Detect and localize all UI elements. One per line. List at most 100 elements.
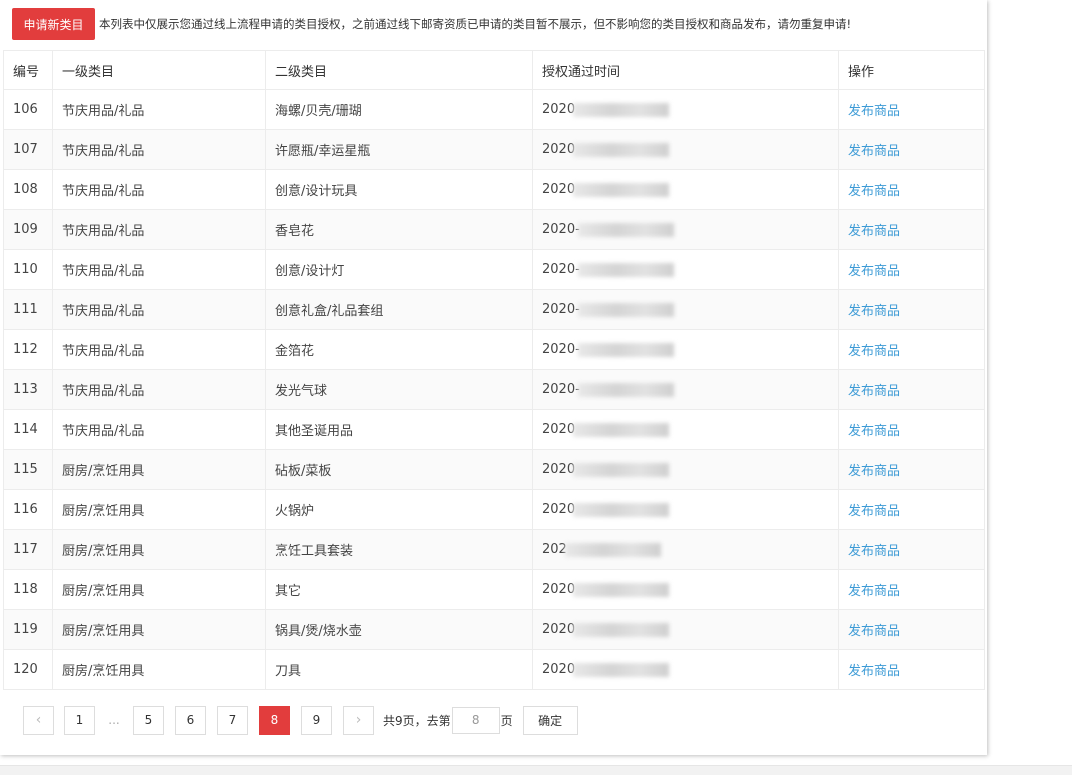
cell-auth-time: 2020 bbox=[532, 409, 839, 450]
table-row: 117 厨房/烹饪用具 烹饪工具套装 202 发布商品 bbox=[3, 529, 985, 570]
col-header-category-2: 二级类目 bbox=[265, 50, 533, 90]
cell-id: 114 bbox=[3, 409, 53, 450]
cell-auth-time: 2020 bbox=[532, 649, 839, 690]
page-button-1[interactable]: 1 bbox=[64, 705, 95, 735]
table-row: 112 节庆用品/礼品 金箔花 2020- 发布商品 bbox=[3, 329, 985, 370]
publish-product-link[interactable]: 发布商品 bbox=[838, 609, 985, 650]
cell-auth-time: 2020- bbox=[532, 329, 839, 370]
cell-category-2: 海螺/贝壳/珊瑚 bbox=[265, 89, 533, 130]
chevron-left-icon: ‹ bbox=[35, 712, 42, 728]
cell-id: 106 bbox=[3, 89, 53, 130]
publish-product-link[interactable]: 发布商品 bbox=[838, 369, 985, 410]
publish-product-link[interactable]: 发布商品 bbox=[838, 529, 985, 570]
cell-auth-time: 2020 bbox=[532, 569, 839, 610]
auth-time-text: 2020- bbox=[542, 342, 580, 357]
cell-id: 115 bbox=[3, 449, 53, 490]
cell-auth-time: 2020 bbox=[532, 609, 839, 650]
cell-auth-time: 2020 bbox=[532, 489, 839, 530]
cell-category-2: 锅具/煲/烧水壶 bbox=[265, 609, 533, 650]
goto-page-input[interactable] bbox=[451, 706, 500, 734]
cell-category-2: 创意礼盒/礼品套组 bbox=[265, 289, 533, 330]
publish-product-link[interactable]: 发布商品 bbox=[838, 409, 985, 450]
table-row: 115 厨房/烹饪用具 砧板/菜板 2020 发布商品 bbox=[3, 449, 985, 490]
cell-id: 110 bbox=[3, 249, 53, 290]
cell-category-2: 其他圣诞用品 bbox=[265, 409, 533, 450]
cell-category-1: 节庆用品/礼品 bbox=[52, 89, 266, 130]
auth-time-text: 2020 bbox=[542, 102, 576, 117]
cell-auth-time: 202 bbox=[532, 529, 839, 570]
cell-category-2: 香皂花 bbox=[265, 209, 533, 250]
cell-auth-time: 2020 bbox=[532, 449, 839, 490]
cell-category-1: 节庆用品/礼品 bbox=[52, 169, 266, 210]
auth-time-text: 2020- bbox=[542, 382, 580, 397]
table-row: 109 节庆用品/礼品 香皂花 2020- 发布商品 bbox=[3, 209, 985, 250]
publish-product-link[interactable]: 发布商品 bbox=[838, 489, 985, 530]
cell-id: 117 bbox=[3, 529, 53, 570]
table-row: 120 厨房/烹饪用具 刀具 2020 发布商品 bbox=[3, 649, 985, 690]
auth-time-text: 2020- bbox=[542, 222, 580, 237]
redacted-blur bbox=[573, 582, 670, 597]
cell-category-2: 金箔花 bbox=[265, 329, 533, 370]
apply-new-category-button[interactable]: 申请新类目 bbox=[12, 8, 95, 40]
goto-page-confirm-button[interactable]: 确定 bbox=[522, 705, 578, 735]
cell-id: 111 bbox=[3, 289, 53, 330]
col-header-category-1: 一级类目 bbox=[52, 50, 266, 90]
auth-time-text: 2020 bbox=[542, 662, 576, 677]
table-row: 108 节庆用品/礼品 创意/设计玩具 2020 发布商品 bbox=[3, 169, 985, 210]
cell-category-2: 创意/设计灯 bbox=[265, 249, 533, 290]
table-row: 119 厨房/烹饪用具 锅具/煲/烧水壶 2020 发布商品 bbox=[3, 609, 985, 650]
cell-auth-time: 2020 bbox=[532, 169, 839, 210]
cell-id: 119 bbox=[3, 609, 53, 650]
cell-category-1: 厨房/烹饪用具 bbox=[52, 609, 266, 650]
publish-product-link[interactable]: 发布商品 bbox=[838, 129, 985, 170]
publish-product-link[interactable]: 发布商品 bbox=[838, 449, 985, 490]
publish-product-link[interactable]: 发布商品 bbox=[838, 89, 985, 130]
redacted-blur bbox=[573, 622, 670, 637]
publish-product-link[interactable]: 发布商品 bbox=[838, 649, 985, 690]
redacted-blur bbox=[573, 422, 670, 437]
cell-category-2: 刀具 bbox=[265, 649, 533, 690]
publish-product-link[interactable]: 发布商品 bbox=[838, 569, 985, 610]
page-button-7[interactable]: 7 bbox=[217, 705, 248, 735]
cell-category-2: 火锅炉 bbox=[265, 489, 533, 530]
redacted-blur bbox=[573, 662, 670, 677]
auth-time-text: 2020 bbox=[542, 582, 576, 597]
category-table: 编号 一级类目 二级类目 授权通过时间 操作 106 节庆用品/礼品 海螺/贝壳/珊… bbox=[3, 50, 985, 690]
cell-category-1: 节庆用品/礼品 bbox=[52, 329, 266, 370]
prev-page-button[interactable]: ‹ bbox=[23, 705, 54, 735]
cell-auth-time: 2020- bbox=[532, 289, 839, 330]
publish-product-link[interactable]: 发布商品 bbox=[838, 209, 985, 250]
cell-id: 118 bbox=[3, 569, 53, 610]
cell-category-2: 发光气球 bbox=[265, 369, 533, 410]
page-button-8-current[interactable]: 8 bbox=[259, 705, 290, 735]
redacted-blur bbox=[577, 382, 674, 397]
publish-product-link[interactable]: 发布商品 bbox=[838, 289, 985, 330]
redacted-blur bbox=[577, 342, 674, 357]
category-auth-panel: 申请新类目 本列表中仅展示您通过线上流程申请的类目授权，之前通过线下邮寄资质已申… bbox=[0, 0, 987, 755]
col-header-action: 操作 bbox=[838, 50, 985, 90]
page-button-6[interactable]: 6 bbox=[175, 705, 206, 735]
publish-product-link[interactable]: 发布商品 bbox=[838, 169, 985, 210]
window-bottom-edge bbox=[0, 765, 1072, 775]
auth-time-text: 2020 bbox=[542, 182, 576, 197]
cell-id: 108 bbox=[3, 169, 53, 210]
cell-auth-time: 2020 bbox=[532, 129, 839, 170]
page-button-5[interactable]: 5 bbox=[133, 705, 164, 735]
redacted-blur bbox=[573, 102, 670, 117]
pagination: ‹ 1 ... 5 6 7 8 9 › 共9页，去第 页 确定 bbox=[23, 705, 578, 735]
cell-category-1: 厨房/烹饪用具 bbox=[52, 649, 266, 690]
chevron-right-icon: › bbox=[355, 712, 362, 728]
auth-time-text: 202 bbox=[542, 542, 567, 557]
redacted-blur bbox=[573, 182, 670, 197]
col-header-id: 编号 bbox=[3, 50, 53, 90]
cell-category-1: 节庆用品/礼品 bbox=[52, 369, 266, 410]
page-button-9[interactable]: 9 bbox=[301, 705, 332, 735]
auth-time-text: 2020- bbox=[542, 302, 580, 317]
publish-product-link[interactable]: 发布商品 bbox=[838, 329, 985, 370]
next-page-button[interactable]: › bbox=[343, 705, 374, 735]
table-row: 111 节庆用品/礼品 创意礼盒/礼品套组 2020- 发布商品 bbox=[3, 289, 985, 330]
cell-auth-time: 2020- bbox=[532, 369, 839, 410]
cell-id: 112 bbox=[3, 329, 53, 370]
auth-time-text: 2020 bbox=[542, 462, 576, 477]
publish-product-link[interactable]: 发布商品 bbox=[838, 249, 985, 290]
